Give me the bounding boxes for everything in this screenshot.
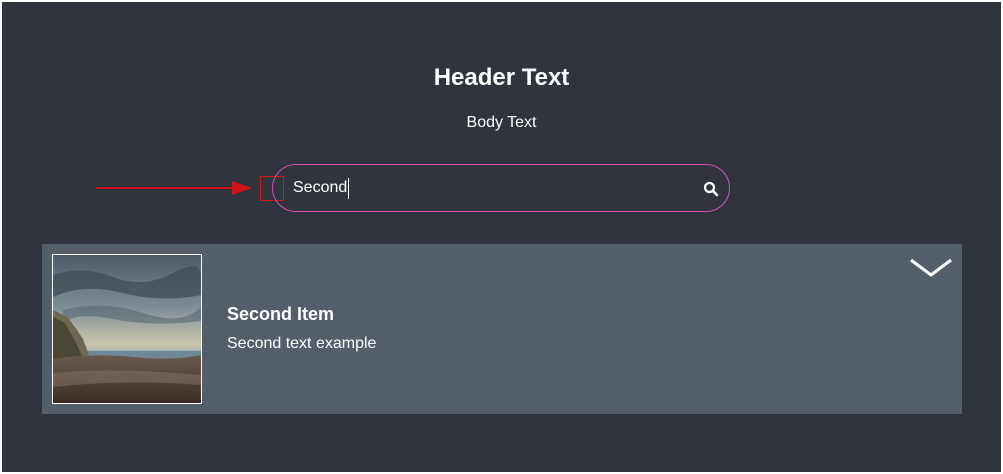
item-subtitle: Second text example [227,335,377,352]
body-text: Body Text [466,114,537,131]
chevron-down-icon[interactable] [908,256,954,280]
list-item[interactable]: Second Item Second text example [42,244,962,414]
search-bar[interactable] [272,164,730,212]
search-icon[interactable] [703,181,719,197]
app-frame: Header Text Body Text Second Second Item… [2,2,1001,472]
item-title: Second Item [227,304,335,324]
text-caret [348,178,349,199]
item-thumbnail [52,254,202,404]
beach-photo [53,255,201,403]
annotation-arrow [96,181,252,195]
search-input[interactable] [293,175,673,201]
header-title: Header Text [433,64,570,91]
